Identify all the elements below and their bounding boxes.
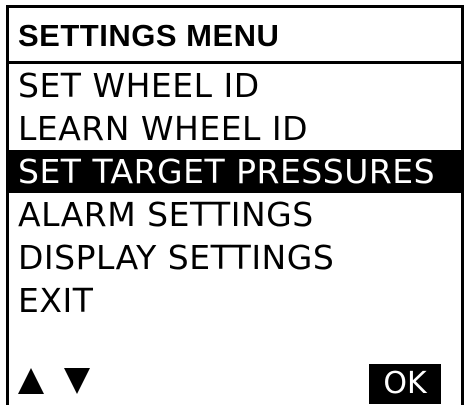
menu-item-exit[interactable]: EXIT: [9, 279, 461, 322]
menu-item-set-wheel-id[interactable]: SET WHEEL ID: [9, 64, 461, 107]
screen-border-right: [461, 5, 464, 405]
settings-menu-list: SET WHEEL ID LEARN WHEEL ID SET TARGET P…: [9, 64, 461, 322]
up-arrow-icon[interactable]: [18, 368, 44, 394]
menu-item-display-settings[interactable]: DISPLAY SETTINGS: [9, 236, 461, 279]
menu-title: SETTINGS MENU: [18, 18, 280, 53]
navigation-arrows: [18, 364, 90, 398]
down-arrow-icon[interactable]: [64, 368, 90, 394]
menu-item-set-target-pressures[interactable]: SET TARGET PRESSURES: [9, 150, 461, 193]
ok-button[interactable]: OK: [369, 364, 441, 404]
screen-border-top: [6, 5, 464, 8]
settings-screen: SETTINGS MENU SET WHEEL ID LEARN WHEEL I…: [0, 0, 472, 413]
menu-item-learn-wheel-id[interactable]: LEARN WHEEL ID: [9, 107, 461, 150]
menu-item-alarm-settings[interactable]: ALARM SETTINGS: [9, 193, 461, 236]
